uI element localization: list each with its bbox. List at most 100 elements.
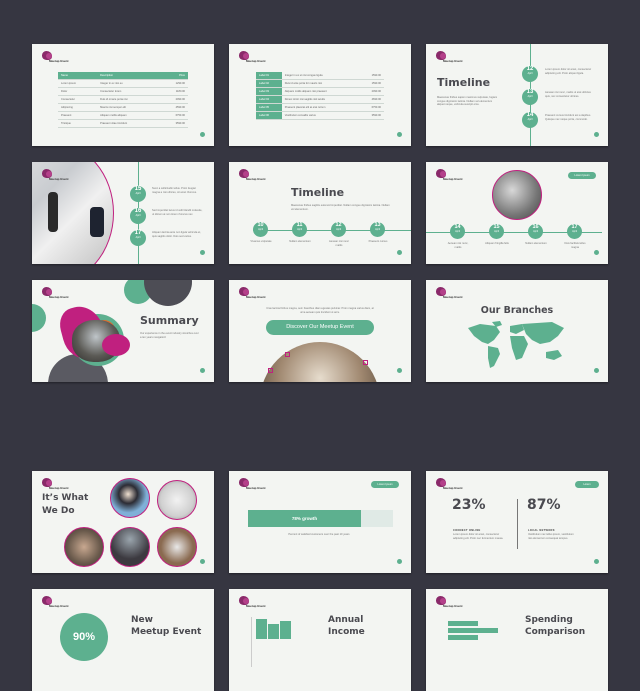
magenta-blob bbox=[102, 334, 130, 356]
slide-branches[interactable]: Meetup Event Our Branches bbox=[426, 280, 608, 382]
timeline-text: Lorem ipsum dolor sit amet, consectetur … bbox=[545, 68, 592, 75]
label-table: Label 01 Integer in ex ut nisi congue lig… bbox=[256, 72, 384, 120]
discover-button[interactable]: Discover Our Meetup Event bbox=[266, 320, 374, 335]
photo-office bbox=[157, 527, 197, 567]
slide-title-line2: Comparison bbox=[525, 627, 586, 637]
meetup-logo: Meetup Event bbox=[40, 51, 70, 65]
slide-annual-income[interactable]: Meetup Event Annual Income bbox=[229, 589, 411, 691]
australia bbox=[546, 350, 562, 360]
deco-circle bbox=[144, 280, 192, 306]
stat-value: 23% bbox=[452, 497, 486, 513]
europe bbox=[510, 324, 524, 334]
slide-title-line1: It’s What bbox=[42, 493, 89, 503]
timeline-text: Aliquam fringilla felis bbox=[485, 242, 509, 245]
lorem-ipsum-button[interactable]: Lorem Ipsum bbox=[568, 172, 596, 179]
slide-spending-comparison[interactable]: Meetup Event Spending Comparison bbox=[426, 589, 608, 691]
table-row: Lorem ipsum Integer in ex nisi eu 1290.00 bbox=[58, 79, 188, 88]
slide-timeline-horizontal-1[interactable]: Meetup Event Timeline Maecenas finibus s… bbox=[229, 162, 411, 264]
slide-label-table[interactable]: Meetup Event Label 01 Integer in ex ut ni… bbox=[229, 44, 411, 146]
table-row: Dolor Consectetur lorem 1180.00 bbox=[58, 87, 188, 96]
person-figure bbox=[90, 207, 104, 237]
stat-text: Lorem ipsum dolor sit amet, consectetur … bbox=[453, 533, 504, 540]
timeline-node: 17 April bbox=[567, 224, 582, 239]
meetup-logo: Meetup Event bbox=[237, 51, 267, 65]
meetup-logo: Meetup Event bbox=[237, 596, 267, 610]
slide-timeline-photo[interactable]: Meetup Event 15 April 16 April 17 April Nun… bbox=[32, 162, 214, 264]
table-row: Adipiscing Mauris nisi semper elit 4590.00 bbox=[58, 103, 188, 112]
lorem-button[interactable]: Lorem bbox=[575, 481, 599, 488]
growth-caption: Percent of satisfied customers over the … bbox=[288, 533, 350, 536]
africa bbox=[510, 336, 528, 360]
timeline-node: 15 April bbox=[489, 224, 504, 239]
table-row: Label 06 Vestibulum convallis varius 3590.… bbox=[256, 111, 384, 120]
page-dot-icon bbox=[200, 250, 205, 255]
marker-icon bbox=[363, 360, 368, 365]
timeline-text: Aenean nisi nunc, mattis bbox=[447, 242, 469, 249]
slide-title-line2: We Do bbox=[42, 506, 75, 516]
asia bbox=[522, 322, 564, 344]
timeline-node: 14 April bbox=[522, 112, 538, 128]
slide-growth[interactable]: Meetup Event Lorem Ipsum 78% growth Perc… bbox=[229, 471, 411, 573]
slide-title: Timeline bbox=[291, 186, 345, 199]
page-dot-icon bbox=[200, 368, 205, 373]
slide-price-table[interactable]: Meetup Event Name Description Price Lorem … bbox=[32, 44, 214, 146]
photo-meeting-room bbox=[157, 480, 197, 520]
income-bar bbox=[280, 621, 291, 639]
timeline-text: Vivamus vulputate bbox=[250, 240, 272, 243]
marker-icon bbox=[285, 352, 290, 357]
table-row: Label 02 Duis id ante porta for mauris ni… bbox=[256, 79, 384, 88]
meetup-logo: Meetup Event bbox=[434, 51, 464, 65]
timeline-text: Nullam elementum bbox=[525, 242, 547, 245]
page-dot-icon bbox=[594, 132, 599, 137]
table-row: Label 01 Integer in ex ut nisi congue lig… bbox=[256, 72, 384, 80]
north-america bbox=[468, 324, 500, 344]
slide-body: Our experience in the event industry str… bbox=[140, 332, 199, 339]
timeline-node: 13 April bbox=[522, 89, 538, 105]
spending-bar-chart bbox=[448, 621, 503, 645]
slide-new-event[interactable]: Meetup Event 90% New Meetup Event bbox=[32, 589, 214, 691]
meetup-logo: Meetup Event bbox=[40, 478, 70, 492]
y-axis bbox=[251, 617, 252, 667]
timeline-node: 14 April bbox=[450, 224, 465, 239]
th-price: Price bbox=[159, 72, 188, 80]
lorem-ipsum-button[interactable]: Lorem Ipsum bbox=[371, 481, 399, 488]
timeline-node: 15 April bbox=[130, 186, 146, 202]
slide-discover[interactable]: Meetup Event Cras lacinia finibus magna,… bbox=[229, 280, 411, 382]
meetup-logo: Meetup Event bbox=[434, 478, 464, 492]
table-row: Label 05 Praesent placerat elit at erat r… bbox=[256, 103, 384, 112]
timeline-text: Duis facilisis tellus magna bbox=[564, 242, 586, 249]
slide-what-we-do[interactable]: Meetup Event It’s What We Do bbox=[32, 471, 214, 573]
table-row: Label 03 Aliquam mollis aliquam nisi prae… bbox=[256, 87, 384, 96]
timeline-node: 16 April bbox=[130, 208, 146, 224]
th-name: Name bbox=[58, 72, 98, 80]
slide-title-line1: Spending bbox=[525, 615, 573, 625]
slide-title-line1: Annual bbox=[328, 615, 364, 625]
slide-timeline-vertical[interactable]: Meetup Event Timeline Maecenas finibus s… bbox=[426, 44, 608, 146]
deco-circle bbox=[32, 304, 46, 332]
timeline-text: Aenean nisi nunc mattis bbox=[329, 240, 349, 247]
person-figure bbox=[48, 192, 58, 232]
timeline-node: 12 April bbox=[331, 222, 346, 237]
world-map bbox=[468, 321, 564, 368]
photo-businessman bbox=[110, 478, 150, 518]
spending-bar bbox=[448, 621, 479, 626]
slide-summary[interactable]: Meetup Event Summary Our experience in t… bbox=[32, 280, 214, 382]
stat-value: 87% bbox=[527, 497, 561, 513]
south-america bbox=[488, 346, 500, 368]
page-dot-icon bbox=[397, 559, 402, 564]
slide-timeline-horizontal-2[interactable]: Meetup Event Lorem Ipsum 14 April 15 April… bbox=[426, 162, 608, 264]
teamwork-photo bbox=[260, 342, 380, 382]
slide-body: Maecenas finibus sapien maximus vulputat… bbox=[437, 96, 498, 107]
meetup-logo: Meetup Event bbox=[40, 596, 70, 610]
slide-title: Our Branches bbox=[480, 305, 554, 316]
timeline-text: Nullam elementum bbox=[289, 240, 311, 243]
page-dot-icon bbox=[594, 559, 599, 564]
slide-body: Cras lacinia finibus magna, sed. Faucibu… bbox=[266, 307, 374, 314]
slide-title: Timeline bbox=[437, 76, 491, 89]
slide-stats[interactable]: Meetup Event Lorem 23% 87% CONNECT ONLIN… bbox=[426, 471, 608, 573]
timeline-text: Aenean nisi nunc, mattis ut erat ultrici… bbox=[545, 91, 591, 98]
meetup-logo: Meetup Event bbox=[40, 287, 70, 301]
page-dot-icon bbox=[397, 368, 402, 373]
price-table: Name Description Price Lorem ipsum Integer … bbox=[58, 72, 188, 128]
timeline-node: 13 April bbox=[370, 222, 385, 237]
